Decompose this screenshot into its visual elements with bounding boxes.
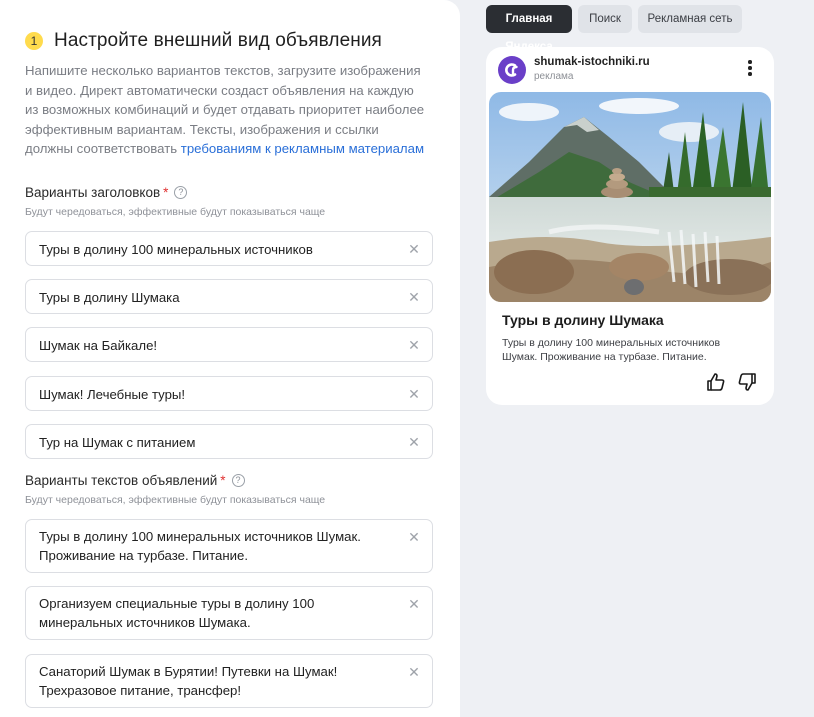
headline-value[interactable]: Туры в долину 100 минеральных источников	[39, 232, 396, 267]
clear-icon[interactable]: ✕	[407, 290, 421, 304]
tab-yandex-main[interactable]: Главная Яндекса	[486, 5, 572, 53]
requirements-link[interactable]: требованиям к рекламным материалам	[181, 141, 424, 156]
step-title: Настройте внешний вид объявления	[54, 30, 382, 51]
clear-icon[interactable]: ✕	[407, 242, 421, 256]
thumbs-down-icon[interactable]	[737, 372, 757, 397]
step-description: Напишите несколько вариантов текстов, за…	[25, 61, 425, 159]
clear-icon[interactable]: ✕	[407, 338, 421, 352]
clear-icon[interactable]: ✕	[407, 597, 421, 611]
ad-text-field-2[interactable]: Организуем специальные туры в долину 100…	[25, 586, 433, 640]
headlines-hint: Будут чередоваться, эффективные будут по…	[25, 206, 326, 218]
clear-icon[interactable]: ✕	[407, 530, 421, 544]
ad-text-field-3[interactable]: Санаторий Шумак в Бурятии! Путевки на Шу…	[25, 654, 433, 708]
ad-image	[489, 92, 771, 302]
headline-field-2[interactable]: Туры в долину Шумака ✕	[25, 279, 433, 314]
more-menu-icon[interactable]	[748, 60, 752, 78]
ad-texts-label-text: Варианты текстов объявлений	[25, 473, 218, 488]
ad-domain[interactable]: shumak-istochniki.ru	[534, 56, 650, 68]
ad-text: Туры в долину 100 минеральных источников…	[502, 337, 721, 363]
ad-settings-panel: 1 Настройте внешний вид объявления Напиш…	[0, 0, 460, 717]
headline-value[interactable]: Шумак на Байкале!	[39, 328, 396, 363]
step-header: 1 Настройте внешний вид объявления	[25, 30, 382, 52]
headlines-label-text: Варианты заголовков	[25, 185, 161, 200]
tab-ad-network[interactable]: Рекламная сеть	[638, 5, 742, 33]
headline-field-3[interactable]: Шумак на Байкале! ✕	[25, 327, 433, 362]
headline-field-4[interactable]: Шумак! Лечебные туры! ✕	[25, 376, 433, 411]
ad-label: реклама	[534, 71, 574, 82]
ad-preview-card[interactable]: shumak-istochniki.ru реклама Туры в доли…	[486, 47, 774, 405]
clear-icon[interactable]: ✕	[407, 435, 421, 449]
tab-search[interactable]: Поиск	[578, 5, 632, 33]
headline-value[interactable]: Туры в долину Шумака	[39, 280, 396, 315]
clear-icon[interactable]: ✕	[407, 665, 421, 679]
headline-value[interactable]: Шумак! Лечебные туры!	[39, 377, 396, 412]
headline-field-5[interactable]: Тур на Шумак с питанием ✕	[25, 424, 433, 459]
ad-texts-label: Варианты текстов объявлений * ?	[25, 473, 245, 488]
thumbs-up-icon[interactable]	[706, 372, 726, 397]
ad-texts-hint: Будут чередоваться, эффективные будут по…	[25, 494, 326, 506]
help-icon[interactable]: ?	[174, 186, 188, 199]
ad-text-value[interactable]: Санаторий Шумак в Бурятии! Путевки на Шу…	[39, 662, 396, 700]
required-mark: *	[220, 473, 226, 488]
headlines-label: Варианты заголовков * ?	[25, 185, 188, 200]
ad-text-field-1[interactable]: Туры в долину 100 минеральных источников…	[25, 519, 433, 573]
ad-text-value[interactable]: Организуем специальные туры в долину 100…	[39, 594, 396, 632]
ad-title[interactable]: Туры в долину Шумака	[502, 312, 664, 328]
step-number-badge: 1	[25, 32, 43, 50]
clear-icon[interactable]: ✕	[407, 387, 421, 401]
headline-value[interactable]: Тур на Шумак с питанием	[39, 425, 396, 460]
headline-field-1[interactable]: Туры в долину 100 минеральных источников…	[25, 231, 433, 266]
preview-tabs: Главная Яндекса Поиск Рекламная сеть	[486, 5, 742, 53]
ad-text-value[interactable]: Туры в долину 100 минеральных источников…	[39, 527, 396, 565]
required-mark: *	[163, 185, 169, 200]
help-icon[interactable]: ?	[231, 474, 245, 487]
site-logo-icon	[498, 56, 526, 84]
